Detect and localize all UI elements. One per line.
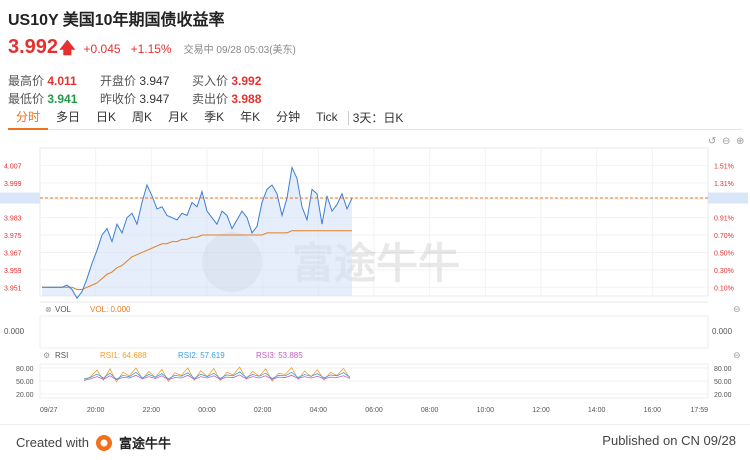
y-tick-pct-label: 0.30% bbox=[714, 268, 734, 275]
y-axis-right: 1.51%1.31%1.15%0.91%0.70%0.50%0.30%0.10% bbox=[714, 163, 734, 292]
rsi-label: RSI bbox=[55, 351, 68, 360]
published-date: Published on CN 09/28 bbox=[602, 433, 736, 448]
tab-3day-daily-k[interactable]: 3天：日K bbox=[347, 110, 412, 125]
stat-open: 开盘价 3.947 bbox=[100, 74, 170, 88]
y-tick-pct-label: 1.51% bbox=[714, 163, 734, 170]
intraday-chart[interactable]: 富途牛牛 4.0073.9993.9923.9833.9753.9673.959… bbox=[0, 132, 750, 422]
x-tick-label: 00:00 bbox=[198, 407, 216, 414]
vol-label: VOL bbox=[55, 305, 72, 314]
up-arrow-icon: 🡅 bbox=[59, 40, 76, 57]
quote-header: US10Y 美国10年期国债收益率 3.992 🡅 +0.045 +1.15% … bbox=[8, 6, 742, 108]
x-tick-label: 17:59 bbox=[690, 407, 708, 414]
x-tick-label: 08:00 bbox=[421, 407, 439, 414]
tab-tick[interactable]: Tick bbox=[308, 106, 346, 130]
x-tick-label: 22:00 bbox=[143, 407, 161, 414]
y-tick-pct-label: 0.50% bbox=[714, 250, 734, 257]
tab-multi-day[interactable]: 多日 bbox=[48, 106, 88, 130]
y-tick-pct-label: 0.91% bbox=[714, 216, 734, 223]
vol-axis-right: 0.000 bbox=[712, 327, 733, 336]
rsi-series-line bbox=[83, 366, 351, 383]
undo-icon[interactable]: ↺ bbox=[708, 136, 716, 147]
period-tabs: 分时 多日 日K 周K 月K 季K 年K 分钟 Tick 3天：日K bbox=[8, 106, 742, 130]
y-tick-pct-label: 1.31% bbox=[714, 181, 734, 188]
x-tick-label: 09/27 bbox=[40, 407, 58, 414]
rsi3-value: RSI3: 53.885 bbox=[256, 351, 303, 360]
stat-high: 最高价 4.011 bbox=[8, 74, 77, 88]
stats-row: 最高价 4.011 开盘价 3.947 买入价 3.992 bbox=[8, 72, 742, 90]
futu-logo-icon bbox=[95, 434, 112, 451]
x-tick-label: 10:00 bbox=[477, 407, 495, 414]
rsi2-value: RSI2: 57.619 bbox=[178, 351, 225, 360]
last-price: 3.992 bbox=[8, 36, 59, 58]
rsi-tick-label: 80.00 bbox=[714, 366, 732, 373]
tab-daily-k[interactable]: 日K bbox=[88, 106, 124, 130]
y-tick-pct-label: 0.70% bbox=[714, 233, 734, 240]
zoom-out-icon[interactable]: ⊖ bbox=[722, 136, 730, 147]
y-tick-label: 4.007 bbox=[4, 163, 22, 170]
rsi-settings-icon[interactable]: ⚙ bbox=[43, 351, 50, 360]
rsi-axis: 80.00 80.00 50.00 50.00 20.00 20.00 bbox=[16, 366, 732, 399]
x-tick-label: 02:00 bbox=[254, 407, 272, 414]
chart-area: 富途牛牛 4.0073.9993.9923.9833.9753.9673.959… bbox=[0, 132, 750, 422]
y-tick-pct-label: 0.10% bbox=[714, 285, 734, 292]
rsi1-value: RSI1: 64.688 bbox=[100, 351, 147, 360]
quote-stats: 最高价 4.011 开盘价 3.947 买入价 3.992 最低价 3.941 … bbox=[8, 72, 742, 108]
y-tick-label: 3.983 bbox=[4, 216, 22, 223]
y-axis-left: 4.0073.9993.9923.9833.9753.9673.9593.951 bbox=[4, 163, 22, 292]
y-tick-label: 3.975 bbox=[4, 233, 22, 240]
current-price-tag bbox=[0, 192, 40, 204]
price-area-fill bbox=[42, 167, 352, 299]
symbol: US10Y bbox=[8, 12, 59, 29]
vol-settings-icon[interactable]: ⊗ bbox=[45, 305, 52, 314]
current-pct-tag bbox=[708, 192, 748, 204]
vol-axis-left: 0.000 bbox=[4, 327, 25, 336]
tab-weekly-k[interactable]: 周K bbox=[124, 106, 160, 130]
vol-value: VOL: 0.000 bbox=[90, 305, 131, 314]
price-row: 3.992 🡅 +0.045 +1.15% 交易中 09/28 05:03(美东… bbox=[8, 36, 742, 64]
x-tick-label: 06:00 bbox=[365, 407, 383, 414]
price-change-pct: +1.15% bbox=[130, 42, 172, 56]
zoom-in-icon[interactable]: ⊕ bbox=[736, 136, 744, 147]
trading-status: 交易中 09/28 05:03(美东) bbox=[183, 45, 296, 56]
vol-panel-frame bbox=[39, 315, 709, 349]
x-tick-label: 14:00 bbox=[588, 407, 606, 414]
y-tick-label: 3.999 bbox=[4, 181, 22, 188]
rsi-tick-label: 50.00 bbox=[714, 379, 732, 386]
rsi-tick-label: 50.00 bbox=[16, 379, 34, 386]
x-tick-label: 04:00 bbox=[310, 407, 328, 414]
x-tick-label: 12:00 bbox=[532, 407, 550, 414]
stat-bid: 买入价 3.992 bbox=[192, 74, 262, 88]
tab-intraday[interactable]: 分时 bbox=[8, 106, 49, 130]
tab-monthly-k[interactable]: 月K bbox=[160, 106, 196, 130]
price-change: +0.045 bbox=[83, 42, 121, 56]
instrument-name: 美国10年期国债收益率 bbox=[62, 12, 225, 29]
vol-zoom-icon[interactable]: ⊖ bbox=[733, 304, 741, 314]
tab-minute[interactable]: 分钟 bbox=[268, 106, 308, 130]
rsi-tick-label: 20.00 bbox=[16, 392, 34, 399]
tab-yearly-k[interactable]: 年K bbox=[232, 106, 268, 130]
x-tick-label: 16:00 bbox=[644, 407, 662, 414]
title-row: US10Y 美国10年期国债收益率 bbox=[8, 6, 742, 30]
x-axis: 09/27 20:00 22:00 00:00 02:00 04:00 06:00 08:00… bbox=[40, 407, 708, 414]
y-tick-label: 3.959 bbox=[4, 268, 22, 275]
x-tick-label: 20:00 bbox=[87, 407, 105, 414]
created-with: Created with 富途牛牛 bbox=[16, 434, 171, 451]
tab-quarterly-k[interactable]: 季K bbox=[196, 106, 232, 130]
rsi-tick-label: 20.00 bbox=[714, 392, 732, 399]
y-tick-label: 3.951 bbox=[4, 285, 22, 292]
rsi-tick-label: 80.00 bbox=[16, 366, 34, 373]
y-tick-label: 3.967 bbox=[4, 250, 22, 257]
rsi-zoom-icon[interactable]: ⊖ bbox=[733, 350, 741, 360]
footer: Created with 富途牛牛 Published on CN 09/28 bbox=[0, 424, 750, 460]
rsi-lines bbox=[83, 366, 351, 383]
